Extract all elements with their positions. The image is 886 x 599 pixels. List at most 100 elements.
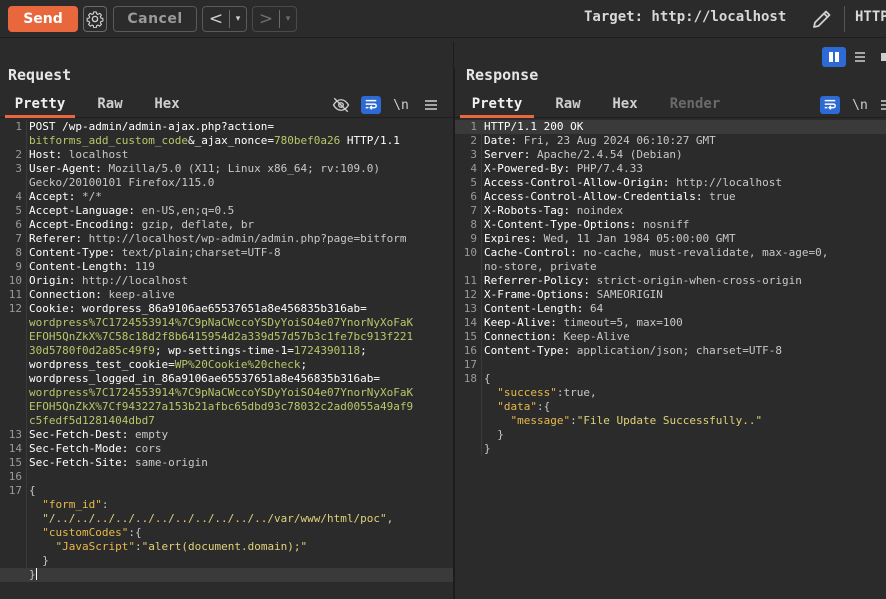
response-code-text: } (484, 442, 491, 455)
request-code-text: wordpress_logged_in_86a9106ae65537651a8e… (29, 372, 380, 385)
response-code-line: 4 X-Powered-By: PHP/7.4.33 (455, 162, 886, 176)
request-code-text: Connection: keep-alive (29, 288, 175, 301)
request-code-line: 12 Cookie: wordpress_86a9106ae65537651a8e… (0, 302, 453, 316)
response-wrap-lines-button[interactable] (820, 96, 840, 114)
request-code-line: bitforms_add_custom_code&_ajax_nonce=780… (0, 134, 453, 148)
response-tab-render[interactable]: Render (660, 94, 730, 118)
forward-button[interactable]: > (253, 9, 279, 29)
gutter-divider (26, 246, 27, 260)
gutter-divider (26, 232, 27, 246)
request-code-text: Content-Type: text/plain;charset=UTF-8 (29, 246, 281, 259)
gutter-divider (481, 246, 482, 260)
request-code-line: 1 POST /wp-admin/admin-ajax.php?action= (0, 120, 453, 134)
request-code-text: } (29, 568, 37, 581)
request-line-number: 9 (15, 260, 22, 273)
gutter-divider (481, 414, 482, 428)
response-tab-hex[interactable]: Hex (598, 94, 652, 118)
response-code-text: no-store, private (484, 260, 597, 273)
response-code-line: 3 Server: Apache/2.4.54 (Debian) (455, 148, 886, 162)
edit-target-button[interactable] (810, 7, 834, 31)
response-code-line: 15 Connection: Keep-Alive (455, 330, 886, 344)
request-code-line: wordpress%7C1724553914%7C9pNaCWccoYSDyYo… (0, 316, 453, 330)
http-protocol-menu[interactable]: HTTP (855, 9, 886, 25)
request-line-number: 2 (15, 148, 22, 161)
response-show-newlines-button[interactable]: \n (850, 96, 870, 114)
single-pane-icon (881, 53, 886, 61)
request-tabs: Pretty Raw Hex \n (0, 92, 453, 118)
gutter-divider (481, 204, 482, 218)
gutter-divider (26, 190, 27, 204)
request-title: Request (8, 66, 72, 84)
response-line-number: 15 (463, 330, 477, 343)
response-tab-raw[interactable]: Raw (540, 94, 596, 118)
request-code-line: Gecko/20100101 Firefox/115.0 (0, 176, 453, 190)
show-newlines-button[interactable]: \n (391, 96, 411, 114)
request-code-text: c5fedf5d1281404dbd7 (29, 414, 155, 427)
request-code-line: 17 { (0, 484, 453, 498)
response-code-line: 16 Content-Type: application/json; charse… (455, 344, 886, 358)
request-code-line: } (0, 554, 453, 568)
gutter-divider (481, 218, 482, 232)
request-code-line: 3 User-Agent: Mozilla/5.0 (X11; Linux x86… (0, 162, 453, 176)
request-editor[interactable]: 1 POST /wp-admin/admin-ajax.php?action= bi… (0, 120, 453, 599)
hide-nonprintable-button[interactable] (331, 96, 351, 114)
gutter-divider (481, 176, 482, 190)
request-code-text: Accept: */* (29, 190, 102, 203)
response-code-text: Server: Apache/2.4.54 (Debian) (484, 148, 683, 161)
response-code-text: "success":true, (497, 386, 597, 399)
request-code-line: 15 Sec-Fetch-Site: same-origin (0, 456, 453, 470)
forward-history-dropdown[interactable]: ▾ (280, 14, 296, 24)
gutter-divider (481, 386, 482, 400)
eye-slash-icon (332, 97, 350, 113)
layout-bar (454, 42, 886, 68)
send-button[interactable]: Send (8, 6, 78, 32)
back-button[interactable]: < (203, 9, 229, 29)
response-code-line: "success":true, (455, 386, 886, 400)
response-code-text: X-Frame-Options: SAMEORIGIN (484, 288, 663, 301)
response-code-line: no-store, private (455, 260, 886, 274)
gutter-divider (26, 512, 27, 526)
gutter-divider (26, 316, 27, 330)
request-menu-button[interactable] (421, 96, 441, 114)
layout-tabs-button[interactable] (874, 47, 886, 67)
response-line-number: 10 (463, 246, 477, 259)
response-code-line: "data":{ (455, 400, 886, 414)
layout-stacked-button[interactable] (848, 47, 872, 67)
gutter-divider (26, 386, 27, 400)
layout-side-by-side-button[interactable] (822, 47, 846, 67)
response-code-line: 14 Keep-Alive: timeout=5, max=100 (455, 316, 886, 330)
request-code-line: 4 Accept: */* (0, 190, 453, 204)
request-tab-raw[interactable]: Raw (82, 94, 138, 118)
request-code-text: Gecko/20100101 Firefox/115.0 (29, 176, 215, 189)
request-line-number: 4 (15, 190, 22, 203)
request-line-number: 16 (8, 470, 22, 483)
response-editor[interactable]: 1 HTTP/1.1 200 OK 2 Date: Fri, 23 Aug 2024 … (455, 120, 886, 599)
response-code-line: 5 Access-Control-Allow-Origin: http://loc… (455, 176, 886, 190)
request-code-line: 11 Connection: keep-alive (0, 288, 453, 302)
gutter-divider (26, 288, 27, 302)
request-tab-hex[interactable]: Hex (140, 94, 194, 118)
gutter-divider (481, 428, 482, 442)
request-code-text: wordpress%7C1724553914%7C9pNaCWccoYSDyYo… (29, 316, 414, 329)
response-code-line: 9 Expires: Wed, 11 Jan 1984 05:00:00 GMT (455, 232, 886, 246)
request-code-text: Sec-Fetch-Site: same-origin (29, 456, 208, 469)
response-tab-pretty[interactable]: Pretty (460, 94, 534, 118)
wrap-lines-button[interactable] (361, 96, 381, 114)
request-code-text: Sec-Fetch-Dest: empty (29, 428, 169, 441)
gutter-divider (26, 162, 27, 176)
gutter-divider (26, 330, 27, 344)
request-code-line: EFOH5QnZkX%7Cf943227a153b21afbc65dbd93c7… (0, 400, 453, 414)
response-code-line: 12 X-Frame-Options: SAMEORIGIN (455, 288, 886, 302)
response-line-number: 1 (470, 120, 477, 133)
back-history-dropdown[interactable]: ▾ (230, 14, 246, 24)
gutter-divider (481, 162, 482, 176)
request-tab-pretty[interactable]: Pretty (5, 94, 75, 118)
gutter-divider (26, 484, 27, 498)
settings-button[interactable] (83, 6, 107, 32)
forward-nav-group: > ▾ (252, 6, 297, 32)
response-menu-button[interactable] (877, 96, 886, 114)
gutter-divider (481, 442, 482, 456)
gutter-divider (26, 428, 27, 442)
response-code-text: "data":{ (497, 400, 551, 413)
cancel-button[interactable]: Cancel (113, 6, 197, 32)
